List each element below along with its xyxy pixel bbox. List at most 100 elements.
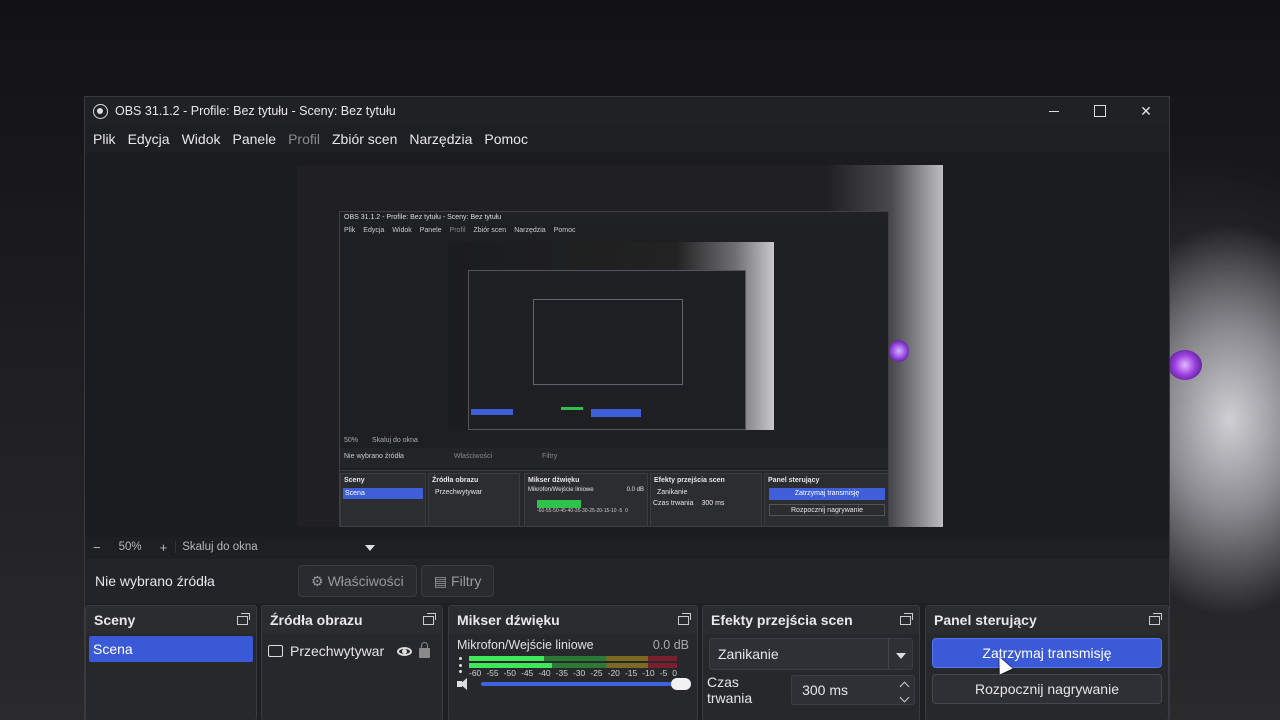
nested-obs-window: OBS 31.1.2 - Profile: Bez tytułu - Sceny… [339,211,889,527]
nested-menu-bar: Plik Edycja Widok Panele Profil Zbiór sc… [340,225,888,239]
meter-line: -60 -55 -50 -45 -40 -35 -30 -25 -20 -15 … [457,656,689,678]
undock-icon[interactable] [237,612,250,625]
transition-select[interactable]: Zanikanie [709,638,913,670]
more-options-icon[interactable] [459,657,463,673]
nested-controls-title: Panel sterujący [768,477,820,484]
nested-meter-ticks: -60-55-50-45-40-35-30-25-20-15-10 -5 0 [537,508,628,514]
transitions-dock: Efekty przejścia scen Zanikanie Czas trw… [702,605,920,720]
undock-icon[interactable] [423,612,436,625]
menu-edycja[interactable]: Edycja [122,131,176,147]
chevron-down-icon[interactable] [899,692,909,702]
eye-icon[interactable] [397,646,413,656]
spin-arrows[interactable] [894,680,914,702]
nested-transitions-dock: Efekty przejścia scen Zanikanie Czas trw… [650,473,762,526]
undock-icon[interactable] [900,612,913,625]
undock-icon[interactable] [678,612,691,625]
nested-controls-dock: Panel sterujący Zatrzymaj transmisję Roz… [764,473,888,526]
menu-profil[interactable]: Profil [282,131,326,147]
lock-icon[interactable] [419,642,431,658]
chevron-up-icon[interactable] [899,681,909,691]
source-name: Przechwytywar [290,643,385,659]
menu-plik[interactable]: Plik [87,131,122,147]
nested-scenes-title: Sceny [344,477,365,484]
nested-scene-item: Scena [343,488,423,499]
nested-menu-item: Narzędzia [514,227,546,234]
scale-mode-select[interactable]: Skaluj do okna [175,541,376,553]
menu-widok[interactable]: Widok [176,131,227,147]
obs-logo-icon [93,103,108,119]
nested-menu-item: Edycja [363,227,385,234]
controls-dock: Panel sterujący Zatrzymaj transmisję Roz… [925,605,1169,720]
chevron-down-icon [365,545,376,551]
volume-slider[interactable] [481,678,691,690]
nested-duration: Czas trwania 300 ms [651,498,761,509]
sources-dock: Źródła obrazu Przechwytywar [261,605,443,720]
nested-2-stop-button [591,409,641,417]
no-source-label: Nie wybrano źródła [95,573,215,589]
controls-dock-title: Panel sterujący [934,612,1037,628]
meter-tick: -45 [520,668,534,678]
nested-duration-value: 300 ms [701,500,725,507]
speaker-icon[interactable] [457,677,473,691]
menu-zbior-scen[interactable]: Zbiór scen [326,131,403,147]
nested-menu-item: Widok [392,227,412,234]
nested-sources-title: Źródła obrazu [432,477,479,484]
filters-button[interactable]: ▤ Filtry [420,565,495,597]
maximize-button[interactable] [1077,97,1123,125]
controls-dock-header: Panel sterujący [926,606,1168,634]
meter-tick: -30 [572,668,586,678]
zoom-level: 50% [118,541,142,553]
transition-selected: Zanikanie [718,646,779,662]
preview-canvas[interactable]: OBS 31.1.2 - Profile: Bez tytułu - Sceny… [297,165,943,527]
nested-transitions-title: Efekty przejścia scen [654,477,725,484]
volume-slider-thumb[interactable] [671,678,691,690]
source-toolbar: Nie wybrano źródła ⚙ Właściwości ▤ Filtr… [85,559,1169,603]
scale-mode-label: Skaluj do okna [182,541,258,553]
properties-button[interactable]: ⚙ Właściwości [298,565,417,597]
meter-tick: -40 [538,668,551,678]
nested-mixer-dock: Mikser dźwięku Mikrofon/Wejście liniowe … [524,473,648,526]
nested-mixer-title: Mikser dźwięku [528,477,580,484]
nested-preview-toolbar: 50% Skaluj do okna [340,434,888,448]
undock-icon[interactable] [1149,612,1162,625]
channel-db: 0.0 dB [652,638,689,652]
meter-tick: -20 [607,668,620,678]
filter-icon: ▤ [433,572,448,589]
minimize-button[interactable] [1031,97,1077,125]
transitions-dock-title: Efekty przejścia scen [711,612,853,628]
nested-scenes-dock: Sceny Scena [340,473,426,526]
nested-meter [537,500,581,508]
menu-narzedzia[interactable]: Narzędzia [403,131,478,147]
preview-area[interactable]: OBS 31.1.2 - Profile: Bez tytułu - Sceny… [85,153,1169,537]
nested-2-scene-item [471,409,513,415]
menu-pomoc[interactable]: Pomoc [478,131,534,147]
mixer-dock-header: Mikser dźwięku [449,606,697,634]
transitions-dock-header: Efekty przejścia scen [703,606,919,634]
meter-tick: -50 [503,668,516,678]
meter-tick: -5 [659,668,668,678]
nested-menu-item: Plik [344,227,356,234]
nested-preview [448,242,774,430]
zoom-in-button[interactable]: + [152,540,176,555]
duration-spinbox[interactable]: 300 ms [791,675,915,705]
nested-menu-item: Pomoc [553,227,576,234]
close-button[interactable]: ✕ [1123,97,1169,125]
stop-stream-button[interactable]: Zatrzymaj transmisję [932,638,1162,668]
nested-window-title: OBS 31.1.2 - Profile: Bez tytułu - Sceny… [340,212,888,225]
nested-transition-select: Zanikanie [657,489,688,496]
nested-source-bar: Nie wybrano źródła Właściwości Filtry [340,448,888,468]
properties-label: Właściwości [327,573,404,589]
window-title: OBS 31.1.2 - Profile: Bez tytułu - Sceny… [115,104,396,118]
scenes-dock: Sceny Scena [85,605,257,720]
nested-menu-item: Panele [419,227,442,234]
scenes-dock-header: Sceny [86,606,256,634]
start-recording-button[interactable]: Rozpocznij nagrywanie [932,674,1162,704]
nested-zoom: 50% [344,437,359,444]
zoom-out-button[interactable]: − [85,540,109,555]
nested-channel-db: 0.0 dB [626,487,644,493]
menu-panele[interactable]: Panele [227,131,283,147]
nested-filters: Filtry [542,453,558,460]
nested-source-item: Przechwytywar [435,489,483,496]
scene-list-item[interactable]: Scena [89,636,253,662]
source-list-item[interactable]: Przechwytywar [268,638,436,664]
